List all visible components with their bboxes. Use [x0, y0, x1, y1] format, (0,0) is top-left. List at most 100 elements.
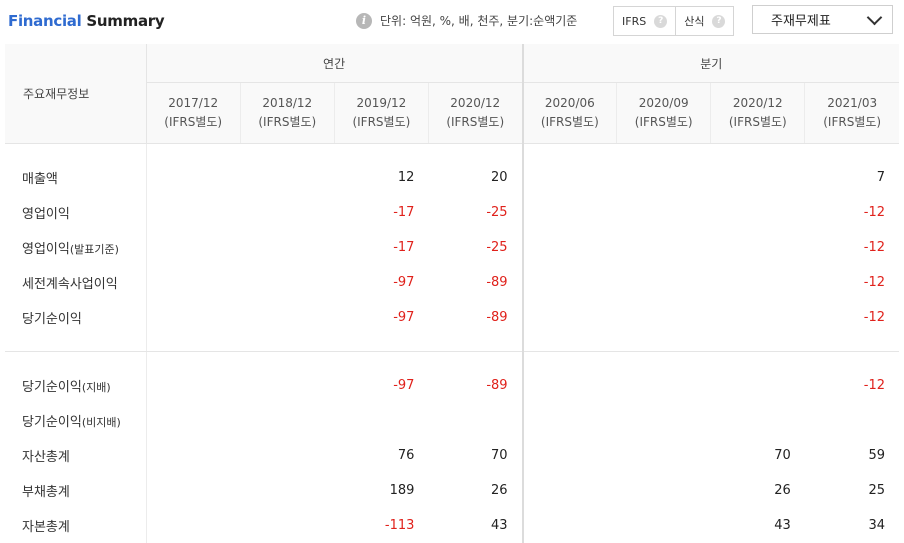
row-label[interactable]: 매출액 — [5, 160, 147, 195]
table-cell — [240, 473, 334, 508]
table-cell: -97 — [393, 310, 415, 325]
corner-label: 주요재무정보 — [5, 44, 147, 144]
column-basis: (IFRS별도) — [258, 115, 317, 129]
table-cell — [240, 368, 334, 403]
row-label-text: 부채총계 — [22, 485, 70, 500]
row-label[interactable]: 당기순이익(지배) — [5, 368, 147, 403]
column-basis: (IFRS별도) — [728, 115, 787, 129]
table-cell: -12 — [863, 205, 885, 220]
table-cell: 34 — [868, 518, 885, 533]
table-row: 영업이익(발표기준) -17 -25 -12 — [5, 230, 899, 265]
section-title: Financial Summary — [8, 12, 165, 30]
table-cell — [240, 438, 334, 473]
column-basis: (IFRS별도) — [540, 115, 599, 129]
row-label-text: 자본총계 — [22, 520, 70, 535]
table-cell — [146, 300, 240, 335]
table-cell: 12 — [397, 170, 415, 185]
help-icon[interactable]: ? — [654, 14, 668, 28]
table-cell — [146, 473, 240, 508]
table-row: 부채총계 189 26 26 25 — [5, 473, 899, 508]
formula-option[interactable]: 산식 ? — [675, 7, 733, 35]
row-label[interactable]: 자본총계 — [5, 508, 147, 543]
row-label[interactable]: 세전계속사업이익 — [5, 265, 147, 300]
group-annual: 연간 — [146, 44, 523, 83]
spacer-row — [5, 143, 899, 160]
table-cell — [240, 300, 334, 335]
row-label-text: 세전계속사업이익 — [22, 277, 118, 292]
table-cell — [521, 265, 617, 300]
statement-select[interactable]: 주재무제표 — [752, 5, 893, 34]
table-cell — [617, 160, 711, 195]
row-label-text: 자산총계 — [22, 450, 70, 465]
table-cell — [146, 195, 240, 230]
info-icon[interactable]: i — [356, 12, 372, 29]
column-header: 2020/12 (IFRS별도) — [710, 82, 805, 144]
help-icon[interactable]: ? — [712, 14, 726, 28]
table-cell — [521, 508, 617, 543]
group-quarter: 분기 — [521, 44, 899, 83]
row-label[interactable]: 영업이익(발표기준) — [5, 230, 147, 265]
row-label[interactable]: 영업이익 — [5, 195, 147, 230]
table-cell: 59 — [868, 448, 885, 463]
column-period: 2020/09 — [638, 96, 689, 110]
table-cell — [521, 403, 617, 438]
table-cell — [521, 230, 617, 265]
chevron-down-icon — [866, 9, 883, 25]
table-cell: 70 — [491, 448, 508, 463]
basis-toggle: IFRS ? 산식 ? — [613, 6, 735, 36]
title-financial: Financial — [8, 12, 82, 30]
table-cell — [521, 438, 617, 473]
column-header: 2020/12 (IFRS별도) — [427, 82, 523, 144]
table-cell — [617, 265, 711, 300]
table-cell — [711, 195, 805, 230]
row-label-text: 당기순이익 — [22, 415, 82, 430]
table-row: 당기순이익(지배) -97 -89 -12 — [5, 368, 899, 403]
column-period: 2017/12 — [168, 96, 219, 110]
table-cell — [240, 508, 334, 543]
row-label-text: 매출액 — [22, 172, 58, 187]
row-label[interactable]: 당기순이익 — [5, 300, 147, 335]
table-cell — [521, 195, 617, 230]
table-cell: -25 — [486, 240, 508, 255]
row-label-text: 당기순이익 — [22, 312, 82, 327]
table-cell — [146, 508, 240, 543]
ifrs-option[interactable]: IFRS ? — [614, 7, 675, 35]
formula-label: 산식 — [684, 15, 705, 28]
row-label-text: 영업이익 — [22, 242, 70, 257]
table-cell — [334, 403, 428, 438]
table-cell — [521, 473, 617, 508]
table-cell: -89 — [486, 378, 508, 393]
row-label-sub: (비지배) — [81, 416, 121, 429]
column-header: 2021/03 (IFRS별도) — [804, 82, 899, 144]
table-cell — [521, 368, 617, 403]
statement-select-value: 주재무제표 — [771, 14, 831, 29]
table-cell — [240, 195, 334, 230]
column-basis: (IFRS별도) — [823, 115, 882, 129]
table-row: 자산총계 76 70 70 59 — [5, 438, 899, 473]
table-cell — [240, 160, 334, 195]
column-basis: (IFRS별도) — [634, 115, 693, 129]
table-row: 당기순이익(비지배) — [5, 403, 899, 438]
table-cell — [146, 438, 240, 473]
table-cell — [146, 160, 240, 195]
row-label-sub: (발표기준) — [69, 243, 119, 256]
column-header: 2017/12 (IFRS별도) — [146, 82, 241, 144]
table-cell: -89 — [486, 275, 508, 290]
row-label-sub: (지배) — [81, 381, 111, 394]
table-cell: -12 — [863, 240, 885, 255]
table-row: 자본총계 -113 43 43 34 — [5, 508, 899, 543]
row-label[interactable]: 자산총계 — [5, 438, 147, 473]
spacer-row — [5, 351, 899, 368]
table-cell: 189 — [389, 483, 415, 498]
column-basis: (IFRS별도) — [446, 115, 505, 129]
table-cell — [240, 265, 334, 300]
unit-note: i 단위: 억원, %, 배, 천주, 분기:순액기준 — [356, 12, 577, 29]
table-cell — [617, 230, 711, 265]
table-cell — [711, 160, 805, 195]
table-cell — [428, 403, 522, 438]
row-label[interactable]: 당기순이익(비지배) — [5, 403, 147, 438]
row-label[interactable]: 부채총계 — [5, 473, 147, 508]
table-cell: -12 — [863, 378, 885, 393]
table-cell: -89 — [486, 310, 508, 325]
unit-text: 단위: 억원, %, 배, 천주, 분기:순액기준 — [380, 14, 578, 28]
